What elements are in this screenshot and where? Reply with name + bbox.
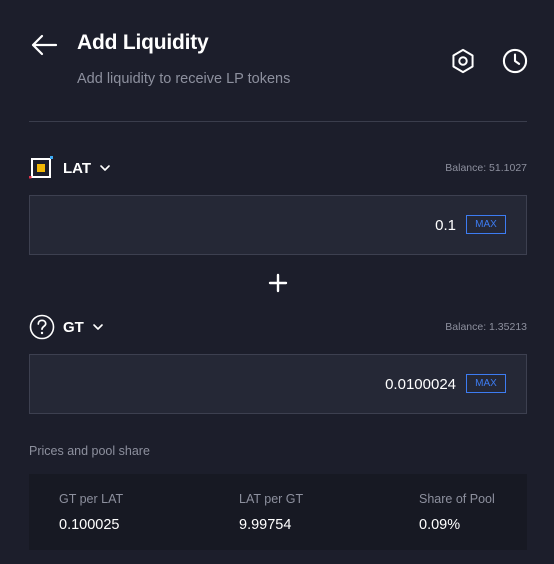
stat-value-lat-per-gt: 9.99754 — [239, 517, 292, 533]
back-button[interactable] — [29, 30, 59, 60]
chevron-down-icon — [93, 324, 103, 330]
stat-value-gt-per-lat: 0.100025 — [59, 517, 120, 533]
token-b-balance: Balance: 1.35213 — [445, 321, 527, 333]
page-subtitle: Add liquidity to receive LP tokens — [77, 71, 291, 87]
arrow-left-icon — [31, 34, 58, 56]
token-b-symbol: GT — [63, 318, 84, 336]
stat-label-lat-per-gt: LAT per GT — [239, 492, 304, 506]
plus-icon — [268, 273, 288, 293]
token-b-max-button[interactable]: MAX — [466, 374, 506, 393]
token-a-max-button[interactable]: MAX — [466, 215, 506, 234]
token-a-amount-input[interactable] — [76, 196, 456, 254]
token-b-amount-box: MAX — [29, 354, 527, 414]
stat-label-share-of-pool: Share of Pool — [419, 492, 495, 506]
lat-token-logo — [29, 156, 53, 179]
token-a-balance: Balance: 51.1027 — [445, 162, 527, 174]
token-a-amount-box: MAX — [29, 195, 527, 255]
stat-value-share-of-pool: 0.09% — [419, 517, 461, 533]
chevron-down-icon — [100, 165, 110, 171]
clock-icon — [502, 48, 528, 74]
pool-share-heading: Prices and pool share — [29, 444, 150, 458]
pool-share-panel: GT per LAT 0.100025 LAT per GT 9.99754 S… — [29, 474, 527, 550]
stat-label-gt-per-lat: GT per LAT — [59, 492, 124, 506]
token-a-symbol: LAT — [63, 159, 92, 177]
header-divider — [29, 121, 527, 122]
token-a-selector[interactable]: LAT — [29, 155, 111, 181]
token-b-selector[interactable]: GT — [29, 314, 104, 340]
question-circle-icon — [29, 314, 55, 340]
gear-icon — [452, 48, 474, 74]
history-button[interactable] — [501, 47, 529, 75]
token-b-amount-input[interactable] — [76, 355, 456, 413]
settings-button[interactable] — [449, 47, 477, 75]
page-title: Add Liquidity — [77, 31, 209, 54]
